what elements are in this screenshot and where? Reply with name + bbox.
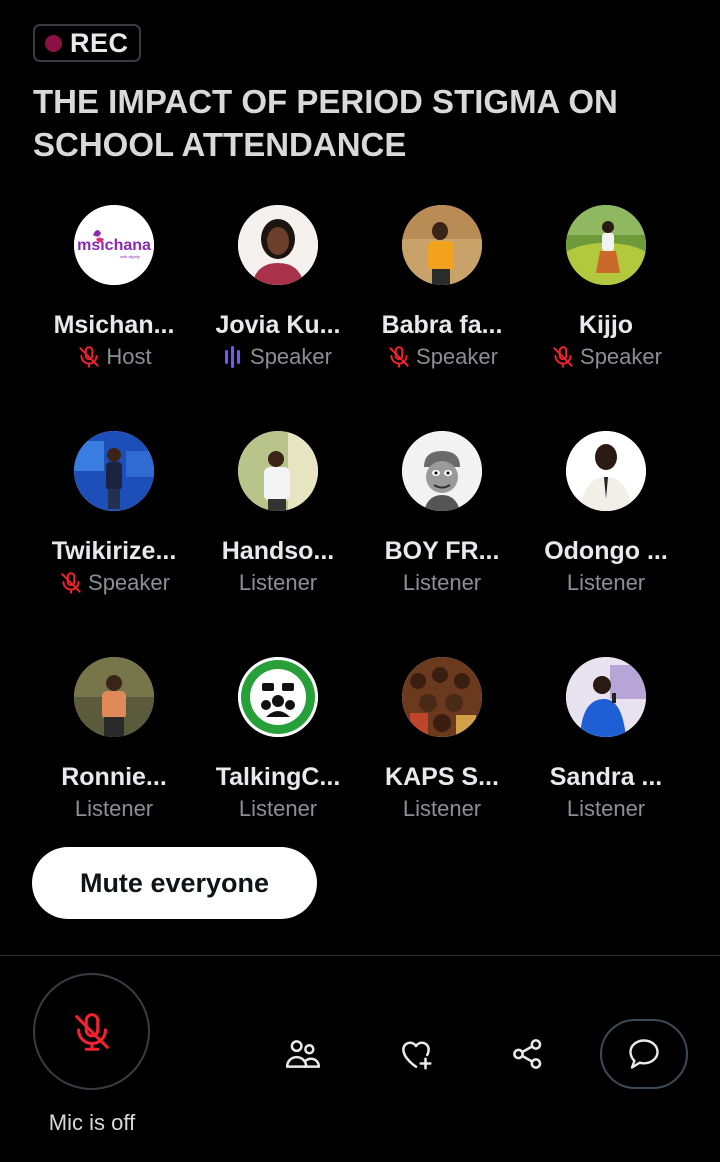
avatar [402, 205, 482, 285]
participant-role: Listener [567, 793, 645, 825]
share-button[interactable] [508, 1034, 548, 1074]
participant-role: Listener [567, 567, 645, 599]
participant-role: Listener [403, 793, 481, 825]
avatar [566, 431, 646, 511]
space-title: THE IMPACT OF PERIOD STIGMA ON SCHOOL AT… [33, 83, 618, 163]
mic-muted-icon [74, 1012, 109, 1051]
participant-name: TalkingC... [215, 763, 341, 791]
participant-role-label: Speaker [580, 344, 662, 369]
participants-grid: msichana with dignity Msichan... Host Jo… [32, 205, 688, 883]
participant-name: Sandra ... [549, 763, 663, 791]
participant-name: Twikirize... [51, 537, 177, 565]
participant-name: BOY FR... [384, 537, 500, 565]
heart-plus-icon [402, 1041, 432, 1070]
recording-dot-icon [45, 34, 62, 52]
mic-status-label: Mic is off [48, 1110, 136, 1135]
participant-role: Speaker [550, 341, 662, 373]
participant-role: Listener [75, 793, 153, 825]
participant-name: Jovia Ku... [215, 311, 341, 339]
participant[interactable]: Twikirize... Speaker [32, 431, 196, 657]
avatar: msichana with dignity [74, 205, 154, 285]
participant-role: Speaker [224, 341, 332, 373]
avatar [238, 657, 318, 737]
msichana-logo-subtext: with dignity [120, 254, 140, 259]
participant-role: Host [76, 341, 152, 373]
participant-name: KAPS S... [385, 763, 499, 791]
participant[interactable]: Jovia Ku... Speaker [196, 205, 360, 431]
participant-role: Speaker [386, 341, 498, 373]
avatar [566, 205, 646, 285]
participant-role: Speaker [58, 567, 170, 599]
avatar [566, 657, 646, 737]
avatar [238, 205, 318, 285]
participant-role-label: Host [106, 344, 152, 369]
participant-name: Babra fa... [381, 311, 503, 339]
participant-name: Kijjo [578, 311, 634, 339]
participant-role-label: Listener [402, 796, 482, 821]
avatar [238, 431, 318, 511]
people-icon [285, 1040, 321, 1068]
participant-role-label: Listener [566, 570, 646, 595]
participant[interactable]: Babra fa... Speaker [360, 205, 524, 431]
share-icon [513, 1039, 542, 1069]
mute-everyone-button[interactable]: Mute everyone [32, 847, 317, 919]
participant-name: Handso... [221, 537, 335, 565]
participant[interactable]: KAPS S... Listener [360, 657, 524, 883]
participant-role-label: Speaker [250, 344, 332, 369]
mic-toggle-button[interactable] [33, 973, 150, 1090]
participant[interactable]: BOY FR... Listener [360, 431, 524, 657]
participant-role: Listener [239, 567, 317, 599]
mic-muted-icon [389, 346, 409, 368]
chat-icon [629, 1039, 659, 1069]
avatar [74, 657, 154, 737]
participant[interactable]: msichana with dignity Msichan... Host [32, 205, 196, 431]
mic-muted-icon [553, 346, 573, 368]
participant-name: Ronnie... [61, 763, 167, 791]
avatar [402, 431, 482, 511]
participant-role-label: Listener [238, 570, 318, 595]
participant[interactable]: Handso... Listener [196, 431, 360, 657]
recording-badge: REC [33, 24, 141, 62]
people-button[interactable] [283, 1034, 323, 1074]
divider [0, 955, 720, 956]
participant-role-label: Listener [566, 796, 646, 821]
participant-role-label: Speaker [416, 344, 498, 369]
participant[interactable]: Sandra ... Listener [524, 657, 688, 883]
participant[interactable]: Kijjo Speaker [524, 205, 688, 431]
mic-muted-icon [61, 572, 81, 594]
participant-role: Listener [239, 793, 317, 825]
participant-role-label: Listener [402, 570, 482, 595]
participant-name: Odongo ... [544, 537, 668, 565]
participant-name: Msichan... [53, 311, 175, 339]
msichana-logo-text: msichana [77, 237, 151, 254]
participant-role-label: Listener [238, 796, 318, 821]
participant[interactable]: Odongo ... Listener [524, 431, 688, 657]
participant-role-label: Listener [74, 796, 154, 821]
chat-button[interactable] [600, 1019, 688, 1089]
participant-role: Listener [403, 567, 481, 599]
avatar [74, 431, 154, 511]
like-button[interactable] [396, 1034, 436, 1074]
mic-muted-icon [79, 346, 100, 368]
speaking-bars-icon [225, 346, 241, 368]
recording-label: REC [70, 27, 129, 58]
participant-role-label: Speaker [88, 570, 170, 595]
avatar [402, 657, 482, 737]
